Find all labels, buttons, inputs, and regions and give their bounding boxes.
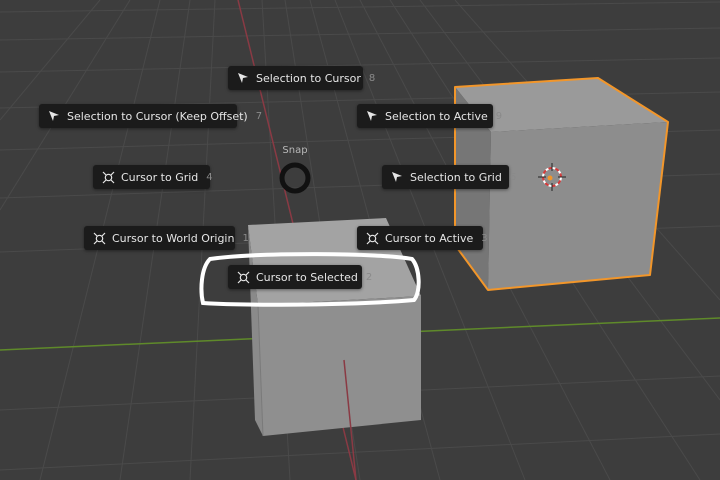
- button-label: Selection to Cursor: [256, 71, 361, 85]
- selection-to-cursor-keep-offset-button[interactable]: Selection to Cursor (Keep Offset) 7: [39, 104, 262, 128]
- cursor-to-selected-button[interactable]: Cursor to Selected 2: [228, 265, 372, 289]
- button-label: Cursor to World Origin: [112, 231, 235, 245]
- arrow-cursor-icon: [365, 109, 379, 123]
- cursor-to-active-button[interactable]: Cursor to Active 3: [357, 226, 488, 250]
- cursor-to-grid-button[interactable]: Cursor to Grid 4: [93, 165, 213, 189]
- arrow-cursor-icon: [47, 109, 61, 123]
- arrow-cursor-icon: [390, 170, 404, 184]
- button-label: Selection to Cursor (Keep Offset): [67, 109, 248, 123]
- 3d-cursor-icon: [92, 231, 106, 245]
- shortcut-number: 1: [242, 232, 249, 244]
- shortcut-number: 6: [509, 171, 517, 183]
- button-label: Cursor to Grid: [121, 170, 199, 184]
- button-label: Cursor to Active: [385, 231, 474, 245]
- selection-to-grid-button[interactable]: Selection to Grid 6: [382, 165, 516, 189]
- 3d-cursor-icon: [101, 170, 115, 184]
- selection-to-cursor-button[interactable]: Selection to Cursor 8: [228, 66, 375, 90]
- shortcut-number: 9: [495, 110, 503, 122]
- shortcut-number: 4: [206, 171, 213, 183]
- 3d-cursor-icon: [365, 231, 379, 245]
- 3d-cursor-icon: [236, 270, 250, 284]
- shortcut-number: 2: [365, 271, 373, 283]
- pie-menu-title: Snap: [282, 145, 308, 156]
- selection-to-active-button[interactable]: Selection to Active 9: [357, 104, 502, 128]
- arrow-cursor-icon: [236, 71, 250, 85]
- cursor-to-world-origin-button[interactable]: Cursor to World Origin 1: [84, 226, 249, 250]
- shortcut-number: 8: [368, 72, 376, 84]
- unselected-cube[interactable]: [248, 218, 421, 437]
- button-label: Selection to Active: [385, 109, 488, 123]
- button-label: Selection to Grid: [410, 170, 502, 184]
- button-label: Cursor to Selected: [256, 270, 358, 284]
- shortcut-number: 7: [255, 110, 263, 122]
- pie-center-ring: [279, 162, 311, 194]
- shortcut-number: 3: [481, 232, 488, 244]
